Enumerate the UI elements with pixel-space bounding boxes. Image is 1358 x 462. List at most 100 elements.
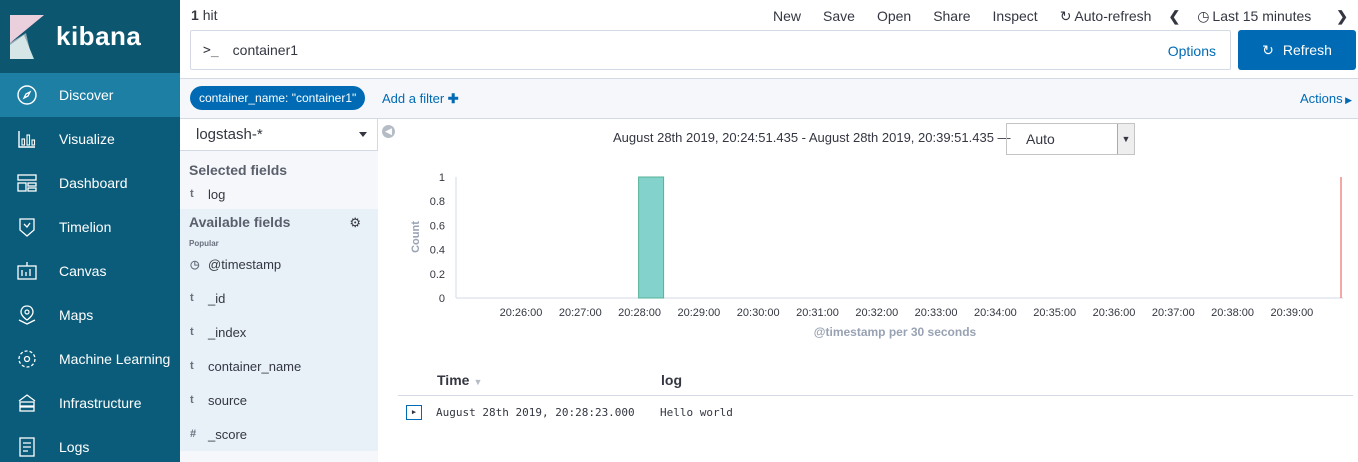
caret-right-icon: ▶ (1342, 95, 1352, 105)
field-name: _id (208, 290, 226, 306)
field-name: source (208, 392, 248, 408)
canvas-icon (16, 260, 38, 282)
field-item-score[interactable]: # _score (180, 417, 378, 451)
filter-actions-button[interactable]: Actions ▶ (1300, 91, 1352, 106)
search-bar[interactable]: >_ container1 Options (190, 30, 1231, 70)
kibana-app: kibana Discover Visualize Dashboard Time… (0, 0, 1358, 462)
hit-count-label: hit (202, 7, 218, 23)
x-tick-label: 20:34:00 (974, 307, 1017, 319)
share-button[interactable]: Share (933, 8, 970, 24)
sort-icon[interactable]: ▼ (473, 377, 482, 387)
open-button[interactable]: Open (877, 8, 911, 24)
sidebar-item-timelion[interactable]: Timelion (0, 205, 180, 249)
field-item-timestamp[interactable]: ◷ @timestamp (180, 247, 378, 281)
sidebar-item-machine-learning[interactable]: Machine Learning (0, 337, 180, 381)
interval-select[interactable]: Auto ▼ (1006, 123, 1135, 155)
gear-icon[interactable]: ⚙ (349, 215, 361, 231)
sidebar: kibana Discover Visualize Dashboard Time… (0, 0, 180, 462)
index-pattern-label: logstash-* (196, 126, 263, 143)
sidebar-item-label: Canvas (59, 263, 107, 279)
search-input[interactable]: container1 (233, 42, 298, 58)
sidebar-item-dashboard[interactable]: Dashboard (0, 161, 180, 205)
chevron-down-icon: ▼ (1117, 124, 1134, 154)
brand-name: kibana (56, 21, 142, 51)
number-type-icon: # (190, 428, 197, 440)
sidebar-item-visualize[interactable]: Visualize (0, 117, 180, 161)
auto-refresh-button[interactable]: ↻ Auto-refresh (1060, 8, 1152, 25)
y-axis-title: Count (410, 221, 422, 253)
sidebar-item-logs[interactable]: Logs (0, 425, 180, 462)
field-name: _index (208, 324, 247, 340)
histogram-bar (638, 176, 665, 299)
top-menu: New Save Open Share Inspect ↻ Auto-refres… (762, 6, 1358, 26)
field-name: container_name (208, 358, 302, 374)
column-header-log[interactable]: log (661, 372, 682, 388)
document-table: Time ▼ log ▶ August 28th 2019, 20:28:23.0… (398, 364, 1353, 428)
clock-icon: ◷ (1197, 7, 1210, 24)
y-tick-label: 0.2 (430, 269, 445, 281)
filter-pill[interactable]: container_name: "container1" (190, 86, 366, 110)
new-button[interactable]: New (773, 8, 801, 24)
sidebar-item-label: Infrastructure (59, 395, 142, 411)
x-tick-label: 20:31:00 (796, 307, 839, 319)
previous-time-button[interactable]: ❮ (1168, 8, 1180, 25)
string-type-icon: t (190, 394, 194, 406)
query-prompt-icon: >_ (203, 42, 219, 58)
expand-row-icon[interactable]: ▶ (406, 404, 422, 420)
time-picker-label: Last 15 minutes (1212, 7, 1312, 24)
y-tick-label: 1 (439, 172, 445, 184)
sidebar-item-canvas[interactable]: Canvas (0, 249, 180, 293)
field-item-index[interactable]: t _index (180, 315, 378, 349)
discover-main: ◀ August 28th 2019, 20:24:51.435 - Augus… (378, 119, 1358, 462)
add-filter-button[interactable]: Add a filter ✚ (382, 91, 459, 107)
cell-log: Hello world (660, 405, 733, 419)
field-list: logstash-* Selected fields t log Availab… (180, 119, 378, 462)
hit-count: 1 hit (191, 7, 217, 23)
save-button[interactable]: Save (823, 8, 855, 24)
sidebar-item-label: Machine Learning (59, 351, 171, 367)
query-options-button[interactable]: Options (1168, 43, 1216, 59)
filter-actions-label: Actions (1299, 91, 1343, 106)
table-row[interactable]: ▶ August 28th 2019, 20:28:23.000 Hello w… (398, 396, 1353, 428)
x-tick-label: 20:29:00 (677, 307, 720, 319)
field-name: _score (208, 426, 248, 442)
x-tick-label: 20:36:00 (1093, 307, 1136, 319)
available-fields: Available fields ⚙ Popular ◷ @timestamp … (180, 209, 378, 451)
field-item-source[interactable]: t source (180, 383, 378, 417)
maps-icon (16, 304, 38, 326)
infrastructure-icon (16, 392, 38, 414)
field-item-id[interactable]: t _id (180, 281, 378, 315)
selected-fields-heading: Selected fields (189, 162, 288, 178)
sidebar-item-label: Maps (59, 307, 94, 323)
string-type-icon: t (190, 326, 194, 338)
field-item-container-name[interactable]: t container_name (180, 349, 378, 383)
logs-icon (16, 436, 38, 458)
x-tick-label: 20:33:00 (915, 307, 958, 319)
cell-time: August 28th 2019, 20:28:23.000 (436, 405, 635, 419)
refresh-button[interactable]: ↻ Refresh (1238, 30, 1356, 70)
y-tick-label: 0.6 (430, 220, 445, 232)
plus-icon: ✚ (447, 91, 459, 106)
kibana-logo-icon (10, 14, 44, 59)
inspect-button[interactable]: Inspect (993, 8, 1038, 24)
sidebar-item-maps[interactable]: Maps (0, 293, 180, 337)
field-item-log[interactable]: t log (180, 183, 378, 205)
dashboard-icon (16, 172, 38, 194)
index-pattern-select[interactable]: logstash-* (180, 119, 378, 151)
sidebar-item-infrastructure[interactable]: Infrastructure (0, 381, 180, 425)
sidebar-item-discover[interactable]: Discover (0, 73, 180, 117)
sidebar-item-label: Timelion (59, 219, 112, 235)
x-axis-title: @timestamp per 30 seconds (814, 325, 977, 339)
sidebar-item-label: Dashboard (59, 175, 128, 191)
sidebar-item-label: Logs (59, 439, 90, 455)
refresh-label: Refresh (1282, 42, 1332, 58)
brand[interactable]: kibana (0, 0, 180, 73)
next-time-button[interactable]: ❯ (1336, 8, 1348, 25)
collapse-sidebar-icon[interactable]: ◀ (382, 125, 395, 138)
time-picker-button[interactable]: ◷ Last 15 minutes (1197, 8, 1311, 25)
sidebar-item-label: Discover (59, 87, 114, 103)
chart-icon (16, 128, 38, 150)
x-tick-label: 20:37:00 (1152, 307, 1195, 319)
x-tick-label: 20:39:00 (1270, 307, 1313, 319)
column-header-time[interactable]: Time ▼ (437, 372, 661, 388)
